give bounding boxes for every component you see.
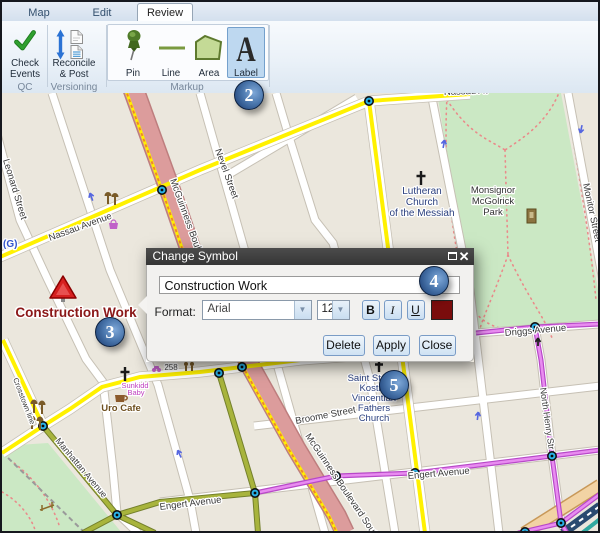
- svg-text:Uro Cafe: Uro Cafe: [101, 403, 141, 414]
- svg-text:Baby: Baby: [127, 388, 144, 397]
- svg-text:Park: Park: [483, 207, 503, 218]
- svg-text:258: 258: [164, 363, 178, 372]
- svg-text:McGolrick: McGolrick: [472, 196, 514, 207]
- svg-text:(G): (G): [3, 239, 17, 250]
- svg-text:Lutheran: Lutheran: [402, 186, 441, 197]
- svg-text:Monsignor: Monsignor: [471, 185, 515, 196]
- svg-text:of the Messiah: of the Messiah: [389, 208, 454, 219]
- svg-text:Construction Work: Construction Work: [15, 305, 137, 320]
- svg-text:Church: Church: [359, 413, 390, 424]
- svg-text:Church: Church: [406, 197, 438, 208]
